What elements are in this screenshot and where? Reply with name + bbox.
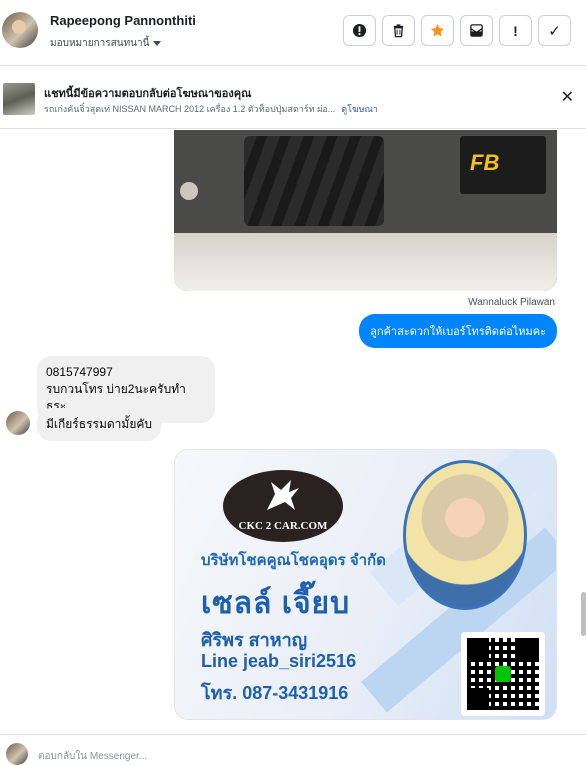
line-id: Line jeab_siri2516 xyxy=(201,651,357,671)
ad-description: รถเก่งคันจิ๋วสุดเท่ NISSAN MARCH 2012 เค… xyxy=(44,104,336,114)
ad-banner-subtitle: รถเก่งคันจิ๋วสุดเท่ NISSAN MARCH 2012 เค… xyxy=(44,102,378,116)
view-ad-link[interactable]: ดูโฆษณา xyxy=(341,104,378,114)
ad-banner-title: แชทนี้มีข้อความตอบกลับต่อโฆษณาของคุณ xyxy=(44,88,252,100)
conversation-header: Rapeepong Pannonthiti มอบหมายการสนทนานี้… xyxy=(0,0,586,66)
company-name: บริษัทโชคคูณโชคอุดร จำกัด xyxy=(201,552,386,569)
message-line: 0815747997 xyxy=(46,365,113,379)
company-logo: CKC 2 CAR.COM xyxy=(223,470,343,542)
assign-conversation-dropdown[interactable]: มอบหมายการสนทนานี้ xyxy=(50,36,162,51)
caret-down-icon xyxy=(153,41,162,46)
qr-code-pattern xyxy=(467,638,539,710)
ad-thumbnail xyxy=(3,83,35,115)
star-icon xyxy=(430,23,445,37)
archive-icon xyxy=(470,24,483,37)
archive-button[interactable] xyxy=(460,15,493,46)
trash-icon xyxy=(393,24,404,38)
qr-code xyxy=(461,632,545,716)
engine-block xyxy=(244,136,384,226)
check-icon: ✓ xyxy=(548,22,561,40)
contact-avatar[interactable] xyxy=(2,12,38,48)
fluid-cap xyxy=(180,182,198,200)
mark-done-button[interactable]: ✓ xyxy=(538,15,571,46)
business-card-image[interactable]: CKC 2 CAR.COM บริษัทโชคคูณโชคอุดร จำกัด … xyxy=(174,449,557,720)
contact-avatar-small[interactable] xyxy=(6,411,30,435)
exclamation-icon: ! xyxy=(513,22,518,39)
scrollbar[interactable] xyxy=(581,592,586,636)
exclamation-circle-icon xyxy=(352,23,367,38)
sales-full-name: ศิริพร สาหาญ xyxy=(201,630,308,650)
hood-panel xyxy=(174,233,557,291)
reply-composer[interactable]: ตอบกลับใน Messenger... xyxy=(0,734,586,765)
close-icon[interactable]: ✕ xyxy=(561,90,574,106)
delete-button[interactable] xyxy=(382,15,415,46)
mark-spam-button[interactable] xyxy=(343,15,376,46)
phone-number: โทร. 087-3431916 xyxy=(201,683,349,703)
car-battery xyxy=(460,136,546,194)
sales-photo xyxy=(403,460,527,610)
follow-up-button[interactable]: ! xyxy=(499,15,532,46)
engine-photo-attachment[interactable] xyxy=(174,130,557,291)
reply-input-placeholder[interactable]: ตอบกลับใน Messenger... xyxy=(38,749,147,764)
message-thread[interactable]: Wannaluck Pilawan ลูกค้าสะดวกให้เบอร์โทร… xyxy=(0,130,586,756)
star-button[interactable] xyxy=(421,15,454,46)
contact-name[interactable]: Rapeepong Pannonthiti xyxy=(50,13,196,28)
action-toolbar: ! ✓ xyxy=(343,15,571,46)
sales-nickname: เซลล์ เจี๊ยบ xyxy=(201,587,351,620)
outgoing-message[interactable]: ลูกค้าสะดวกให้เบอร์โทรติดต่อไหมคะ xyxy=(359,314,557,348)
ad-reply-banner: แชทนี้มีข้อความตอบกลับต่อโฆษณาของคุณ รถเ… xyxy=(0,67,586,129)
page-avatar xyxy=(6,743,28,765)
outgoing-sender-name: Wannaluck Pilawan xyxy=(468,297,555,308)
assign-label: มอบหมายการสนทนานี้ xyxy=(50,38,150,49)
incoming-message[interactable]: มีเกียร์ธรรมดามั้ยคับ xyxy=(37,408,161,441)
logo-text: CKC 2 CAR.COM xyxy=(238,520,328,532)
pegasus-icon xyxy=(267,480,299,510)
